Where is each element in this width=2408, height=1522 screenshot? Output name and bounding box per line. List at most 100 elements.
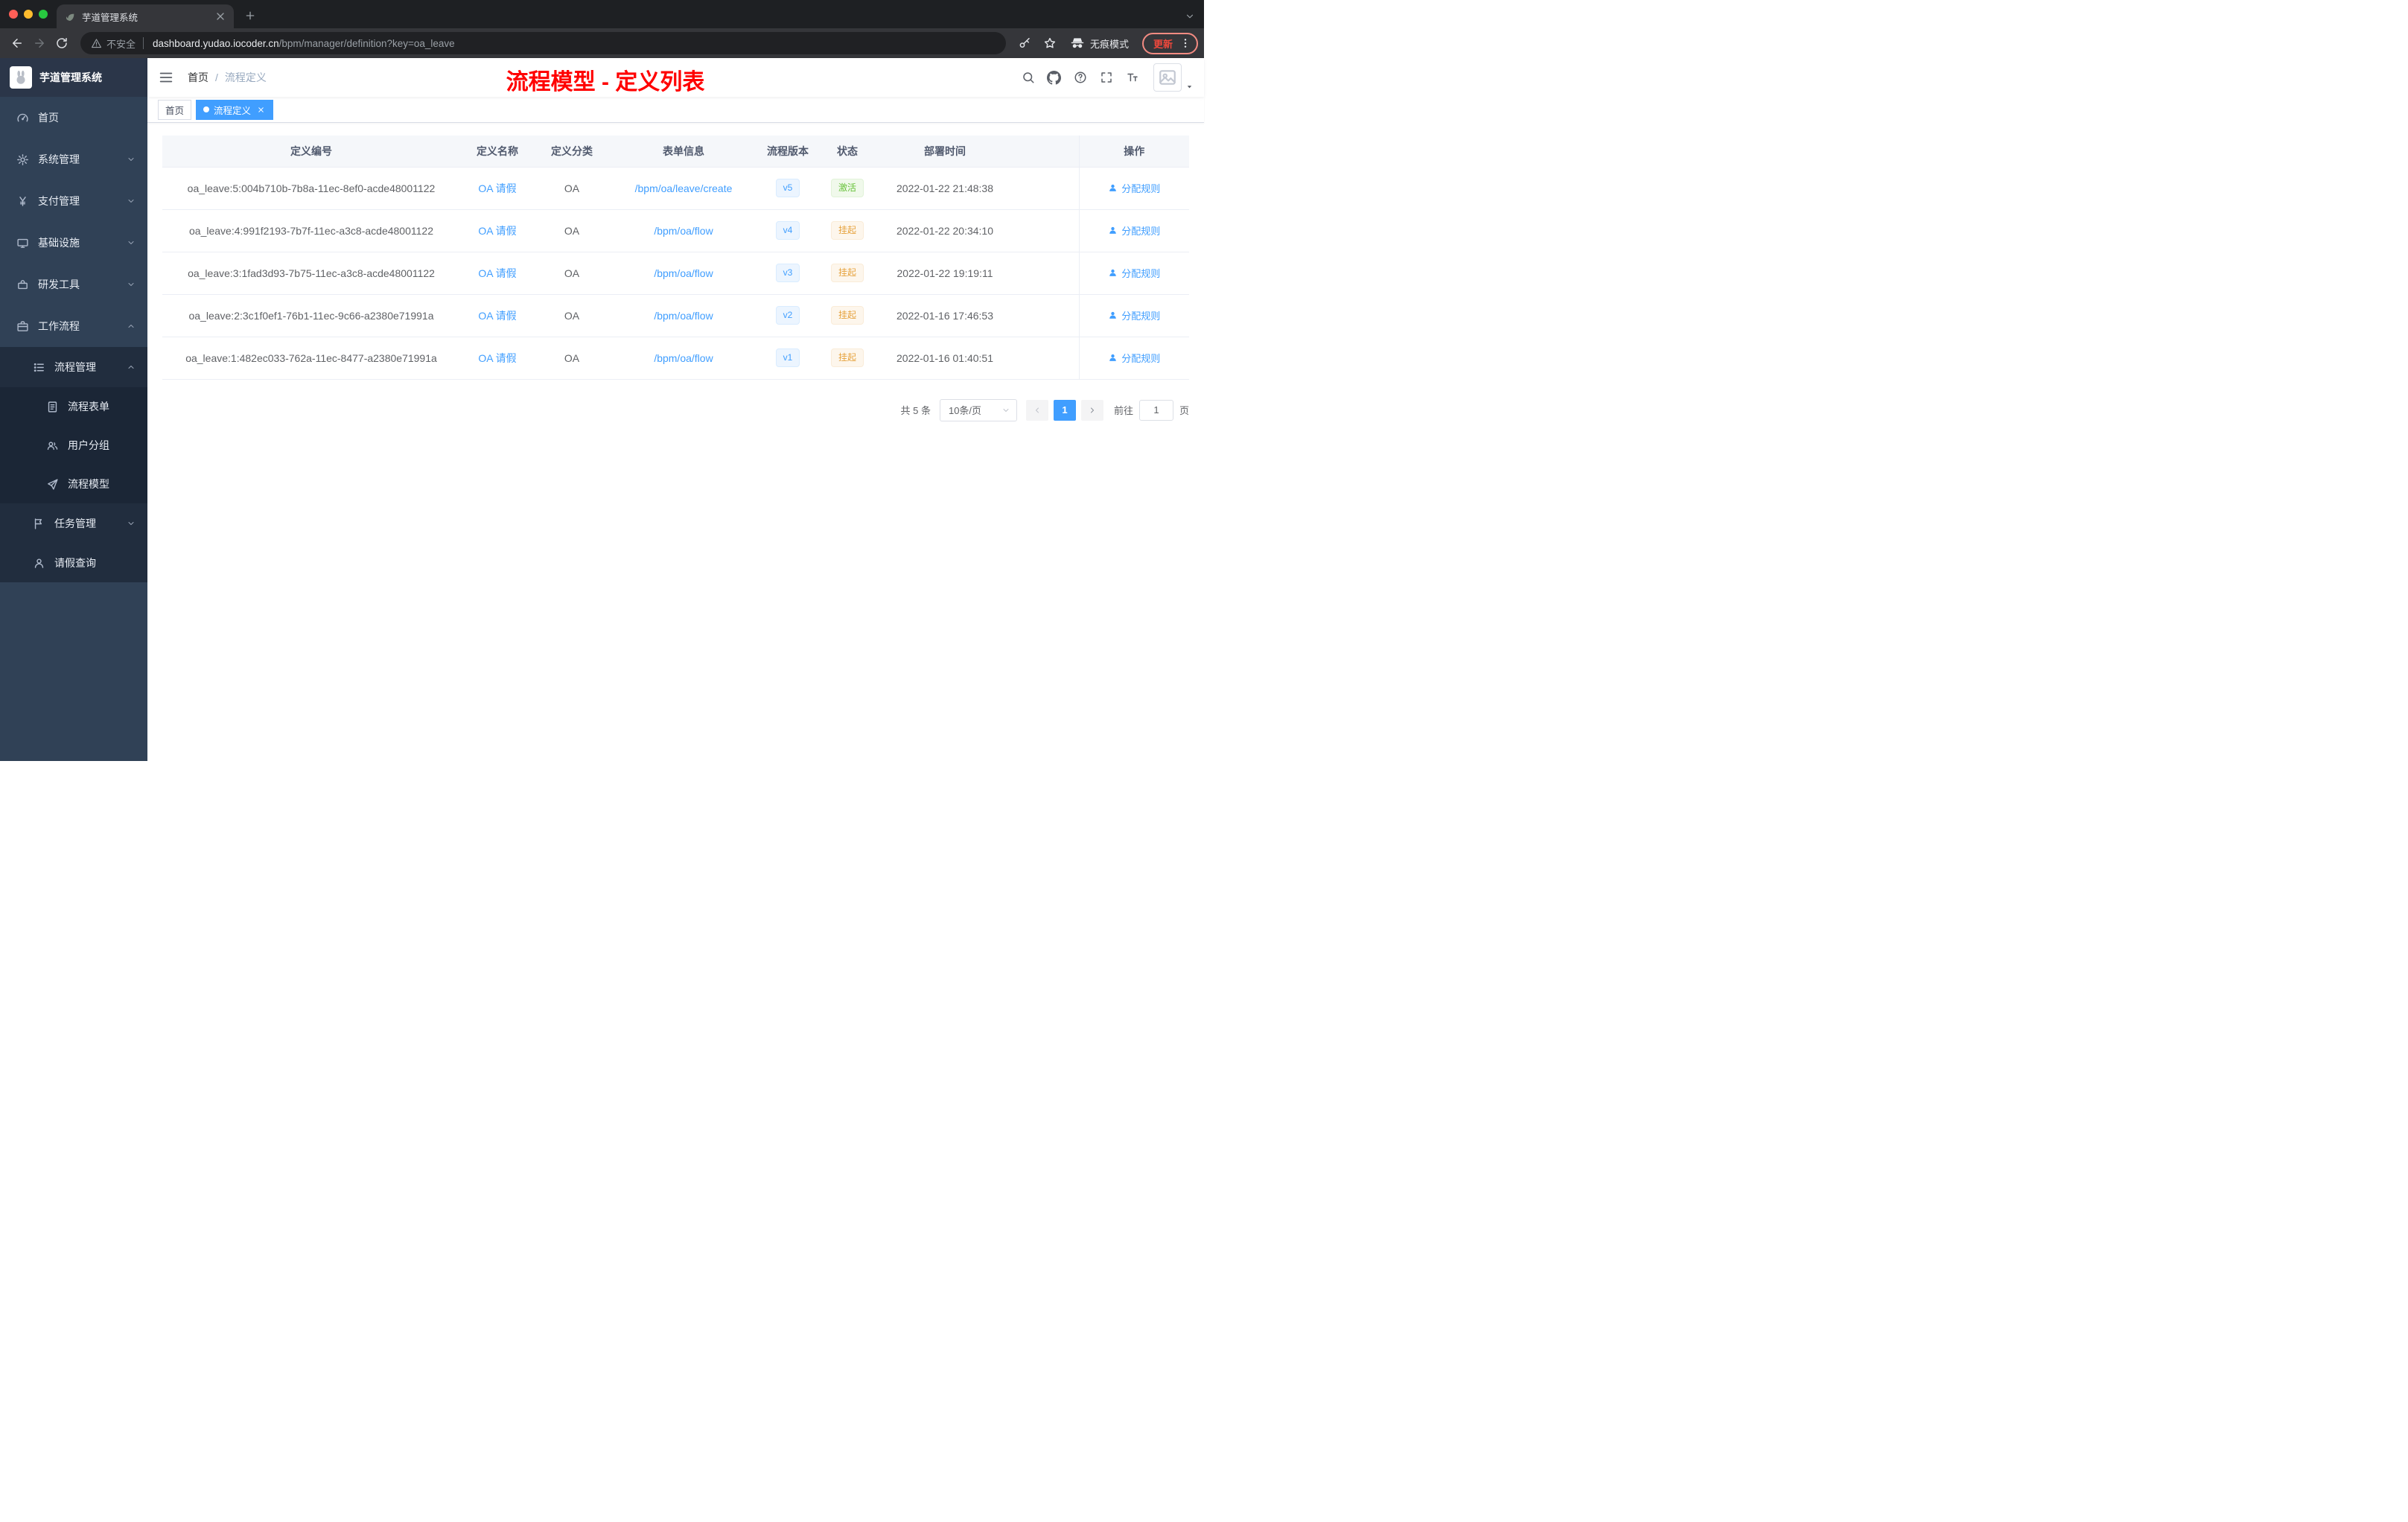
cell-category: OA: [535, 252, 609, 295]
definition-name-link[interactable]: OA 请假: [478, 225, 516, 237]
column-header: 状态: [818, 136, 877, 168]
page-url: dashboard.yudao.iocoder.cn/bpm/manager/d…: [153, 38, 455, 49]
close-icon[interactable]: [255, 104, 266, 115]
sidebar-item-home[interactable]: 首页: [0, 97, 147, 138]
definition-name-link[interactable]: OA 请假: [478, 182, 516, 194]
cell-category: OA: [535, 209, 609, 252]
sidebar-item-label: 请假查询: [54, 557, 96, 569]
caret-down-icon[interactable]: [1185, 83, 1194, 91]
reload-button[interactable]: [51, 32, 73, 54]
definition-name-link[interactable]: OA 请假: [478, 352, 516, 364]
breadcrumb-separator: /: [215, 71, 218, 83]
column-header: 流程版本: [758, 136, 818, 168]
assign-rule-button[interactable]: 分配规则: [1108, 223, 1160, 238]
cell-definition-id: oa_leave:3:1fad3d93-7b75-11ec-a3c8-acde4…: [162, 252, 460, 295]
chevron-down-icon: [127, 155, 136, 164]
cell-definition-id: oa_leave:5:004b710b-7b8a-11ec-8ef0-acde4…: [162, 167, 460, 210]
form-icon: [46, 401, 59, 413]
incognito-label: 无痕模式: [1089, 38, 1129, 50]
user-avatar[interactable]: [1153, 63, 1182, 92]
monitor-icon: [16, 237, 29, 249]
hamburger-icon[interactable]: [158, 69, 174, 86]
help-icon[interactable]: [1068, 66, 1092, 90]
page-content: 定义编号 定义名称 定义分类 表单信息 流程版本 状态 部署时间 操作 oa_l…: [147, 123, 1204, 761]
sidebar-item-payment-mgmt[interactable]: 支付管理: [0, 180, 147, 222]
back-button[interactable]: [6, 32, 28, 54]
form-link[interactable]: /bpm/oa/flow: [654, 225, 713, 237]
sidebar-item-workflow[interactable]: 工作流程: [0, 305, 147, 347]
incognito-icon: [1071, 38, 1084, 48]
new-tab-button[interactable]: [240, 5, 261, 26]
window-close-button[interactable]: [9, 10, 18, 19]
tag-home[interactable]: 首页: [158, 99, 192, 120]
definition-table: 定义编号 定义名称 定义分类 表单信息 流程版本 状态 部署时间 操作 oa_l…: [162, 136, 1189, 380]
page-size-select[interactable]: 10条/页: [939, 398, 1017, 421]
user-menu[interactable]: [1153, 63, 1194, 92]
tab-search-button[interactable]: [1185, 11, 1195, 22]
bookmark-star-icon[interactable]: [1039, 32, 1061, 54]
tag-process-definition[interactable]: 流程定义: [196, 99, 274, 120]
breadcrumb-home[interactable]: 首页: [188, 70, 208, 85]
cell-deploy-time: 2022-01-16 01:40:51: [877, 337, 1013, 380]
font-size-icon[interactable]: [1120, 66, 1144, 90]
user-icon: [1109, 184, 1117, 191]
logo-title: 芋道管理系统: [39, 71, 102, 83]
table-row: oa_leave:5:004b710b-7b8a-11ec-8ef0-acde4…: [162, 167, 1189, 210]
incognito-badge: 无痕模式: [1064, 36, 1135, 51]
top-navbar: 首页 / 流程定义 流程模型 - 定义列表: [147, 58, 1204, 97]
form-link[interactable]: /bpm/oa/flow: [654, 352, 713, 364]
status-badge: 挂起: [830, 264, 864, 282]
definition-name-link[interactable]: OA 请假: [478, 310, 516, 322]
goto-page: 前往 页: [1114, 399, 1189, 421]
sidebar-item-process-form[interactable]: 流程表单: [0, 387, 147, 426]
sidebar-logo[interactable]: 芋道管理系统: [0, 58, 147, 97]
version-badge: v5: [775, 179, 800, 197]
search-icon[interactable]: [1016, 66, 1040, 90]
table-row: oa_leave:4:991f2193-7b7f-11ec-a3c8-acde4…: [162, 209, 1189, 252]
window-controls: [9, 0, 48, 28]
chevron-up-icon: [127, 322, 136, 331]
address-bar[interactable]: 不安全 dashboard.yudao.iocoder.cn/bpm/manag…: [80, 32, 1006, 54]
page-number-button[interactable]: 1: [1053, 399, 1076, 421]
sidebar-item-leave-query[interactable]: 请假查询: [0, 544, 147, 582]
assign-rule-button[interactable]: 分配规则: [1108, 181, 1160, 195]
update-button[interactable]: 更新: [1141, 32, 1198, 54]
menu-dots-icon[interactable]: [1179, 37, 1191, 49]
goto-page-input[interactable]: [1138, 399, 1173, 421]
assign-rule-button[interactable]: 分配规则: [1108, 308, 1160, 322]
cell-category: OA: [535, 337, 609, 380]
sidebar-item-task-mgmt[interactable]: 任务管理: [0, 503, 147, 544]
status-badge: 挂起: [830, 348, 864, 367]
fullscreen-icon[interactable]: [1094, 66, 1118, 90]
column-header: 表单信息: [609, 136, 758, 168]
forward-button[interactable]: [28, 32, 51, 54]
sidebar-item-user-group[interactable]: 用户分组: [0, 426, 147, 465]
assign-rule-button[interactable]: 分配规则: [1108, 266, 1160, 280]
sidebar-item-dev-tools[interactable]: 研发工具: [0, 264, 147, 305]
prev-page-button[interactable]: [1025, 399, 1048, 421]
next-page-button[interactable]: [1080, 399, 1103, 421]
sidebar-item-label: 系统管理: [38, 153, 80, 165]
window-maximize-button[interactable]: [39, 10, 48, 19]
status-badge: 挂起: [830, 306, 864, 325]
sidebar-item-process-mgmt[interactable]: 流程管理: [0, 347, 147, 387]
sidebar-item-infrastructure[interactable]: 基础设施: [0, 222, 147, 264]
window-minimize-button[interactable]: [24, 10, 33, 19]
cell-definition-id: oa_leave:1:482ec033-762a-11ec-8477-a2380…: [162, 337, 460, 380]
sidebar-menu: 首页 系统管理 支付管理 基础设施 研发工具 工作流程 流程管理 流程表单 用户…: [0, 97, 147, 582]
form-link[interactable]: /bpm/oa/flow: [654, 310, 713, 322]
form-link[interactable]: /bpm/oa/leave/create: [635, 182, 733, 194]
main-area: 首页 / 流程定义 流程模型 - 定义列表 首页 流程定义 定义编号 定义名称 …: [147, 58, 1204, 761]
chevron-down-icon: [127, 197, 136, 206]
sidebar-item-process-model[interactable]: 流程模型: [0, 465, 147, 503]
github-icon[interactable]: [1042, 66, 1066, 90]
tab-close-icon[interactable]: [214, 10, 226, 22]
column-header: 定义编号: [162, 136, 460, 168]
column-header: 定义名称: [460, 136, 535, 168]
assign-rule-button[interactable]: 分配规则: [1108, 351, 1160, 365]
definition-name-link[interactable]: OA 请假: [478, 267, 516, 279]
sidebar-item-system-mgmt[interactable]: 系统管理: [0, 138, 147, 180]
browser-tab[interactable]: 芋道管理系统: [57, 4, 234, 28]
form-link[interactable]: /bpm/oa/flow: [654, 267, 713, 279]
key-icon[interactable]: [1013, 32, 1036, 54]
